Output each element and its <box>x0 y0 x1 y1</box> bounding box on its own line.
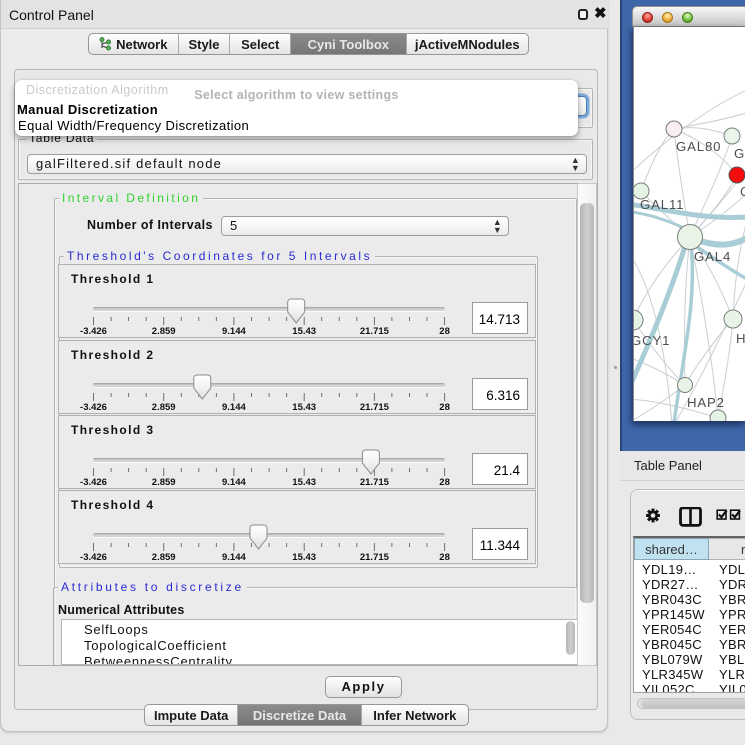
svg-text:C: C <box>740 184 745 199</box>
svg-text:H: H <box>736 331 745 346</box>
svg-text:GAL11: GAL11 <box>640 197 684 212</box>
svg-text:GCY1: GCY1 <box>634 333 670 348</box>
svg-text:GA: GA <box>734 146 745 161</box>
svg-text:GAL4: GAL4 <box>694 249 731 264</box>
svg-text:HAP2: HAP2 <box>687 395 725 410</box>
svg-text:GAL80: GAL80 <box>676 139 721 154</box>
